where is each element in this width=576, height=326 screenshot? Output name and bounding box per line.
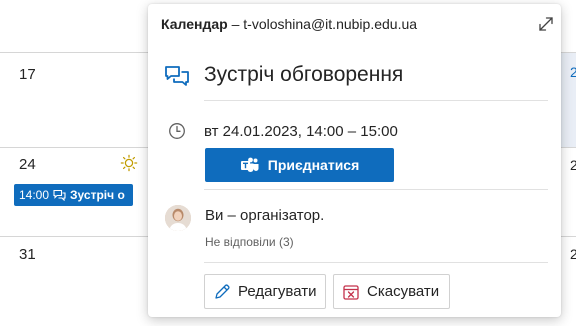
chat-icon xyxy=(53,189,66,201)
event-chip[interactable]: 14:00 Зустріч о xyxy=(14,184,133,206)
edit-button[interactable]: Редагувати xyxy=(204,274,326,309)
avatar xyxy=(165,205,191,231)
header-separator: – xyxy=(227,16,244,32)
meeting-icon xyxy=(165,66,189,86)
popup-header: Календар – t-voloshina@it.nubip.edu.ua xyxy=(161,16,417,32)
join-button[interactable]: Приєднатися xyxy=(205,148,394,182)
day-number[interactable]: 2 xyxy=(570,64,576,80)
clock-icon xyxy=(169,123,185,139)
pencil-icon xyxy=(215,283,230,299)
event-datetime: вт 24.01.2023, 14:00 – 15:00 xyxy=(204,123,398,140)
edit-label: Редагувати xyxy=(238,283,317,300)
event-time: 14:00 xyxy=(19,188,50,202)
account-email: t-voloshina@it.nubip.edu.ua xyxy=(243,16,418,32)
sun-icon xyxy=(120,154,138,172)
teams-icon xyxy=(240,157,259,172)
no-response-count[interactable]: Не відповіли (3) xyxy=(205,235,294,249)
event-title: Зустріч о xyxy=(70,188,125,202)
divider xyxy=(204,262,548,263)
day-number[interactable]: 2 xyxy=(570,157,576,173)
day-number[interactable]: 17 xyxy=(19,66,36,83)
day-number[interactable]: 24 xyxy=(19,156,36,173)
day-number[interactable]: 2 xyxy=(570,246,576,262)
calendar-cancel-icon xyxy=(343,284,359,300)
event-title-heading: Зустріч обговорення xyxy=(204,63,404,86)
cancel-label: Скасувати xyxy=(367,283,440,300)
expand-icon[interactable] xyxy=(537,15,555,33)
organizer-text: Ви – організатор. xyxy=(205,207,325,224)
divider xyxy=(204,100,548,101)
day-number[interactable]: 31 xyxy=(19,246,36,263)
join-label: Приєднатися xyxy=(267,157,360,173)
event-popup: Календар – t-voloshina@it.nubip.edu.ua З… xyxy=(148,4,561,317)
calendar-label: Календар xyxy=(161,16,228,32)
cancel-event-button[interactable]: Скасувати xyxy=(333,274,450,309)
divider xyxy=(204,189,548,190)
